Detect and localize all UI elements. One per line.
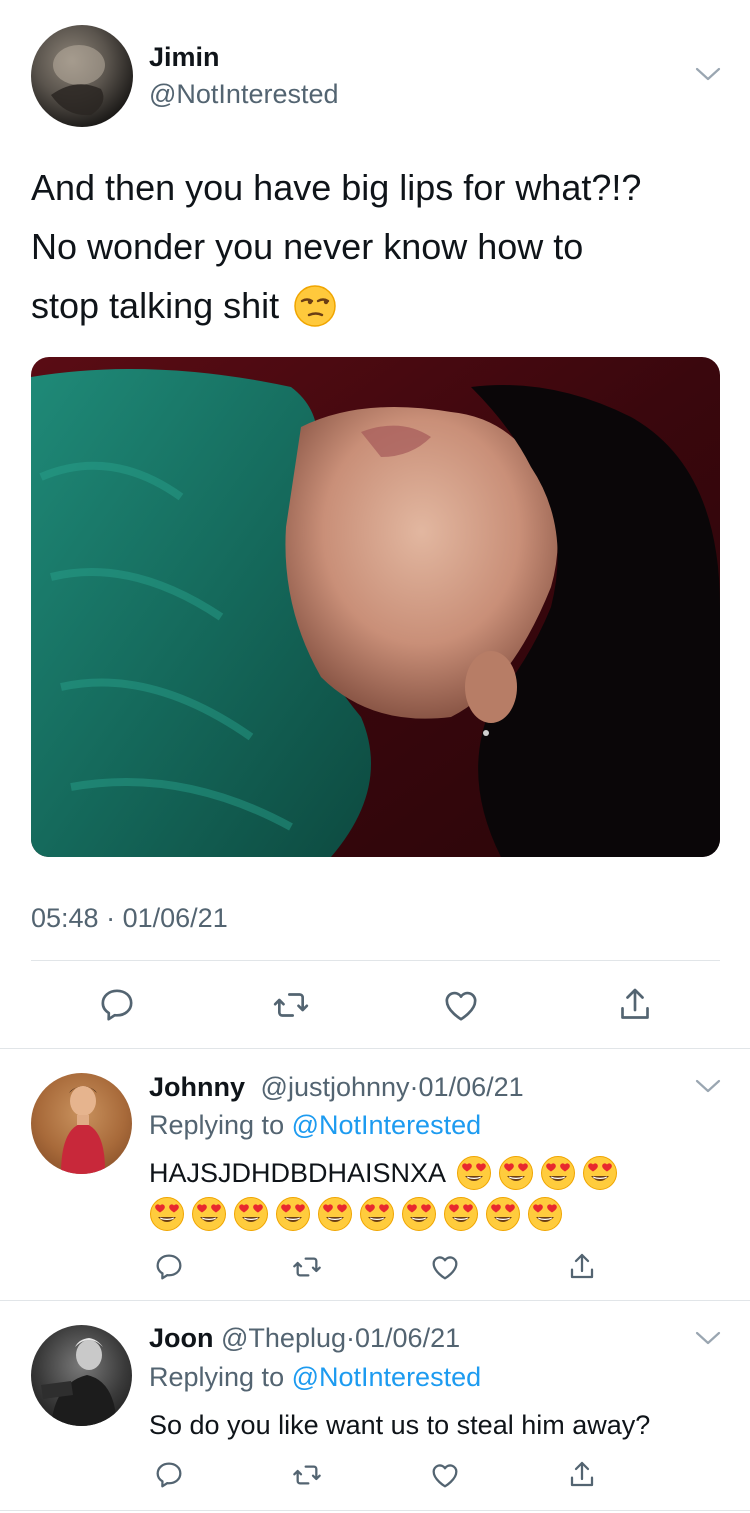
emoji-row (143, 1196, 709, 1232)
divider (0, 1300, 750, 1301)
heart-eyes-emoji (443, 1196, 479, 1232)
retweet-icon (293, 1257, 321, 1277)
share-button[interactable] (559, 1244, 605, 1290)
meta-separator: · (409, 1072, 419, 1102)
replying-to-label: Replying to (149, 1362, 285, 1392)
like-button[interactable] (422, 1244, 468, 1290)
heart-eyes-emoji (191, 1196, 227, 1232)
reply-button[interactable] (146, 1244, 192, 1290)
heart-eyes-emoji (275, 1196, 311, 1232)
heart-eyes-emoji (359, 1196, 395, 1232)
share-button[interactable] (612, 982, 658, 1028)
speech-bubble-icon (101, 989, 133, 1021)
reply-header: Joon @Theplug·01/06/21 (149, 1323, 460, 1354)
retweet-icon (293, 1465, 321, 1485)
tweet-date: 01/06/21 (122, 903, 228, 933)
heart-eyes-emoji (527, 1196, 563, 1232)
reply-text: HAJSJDHDBDHAISNXA (149, 1152, 709, 1232)
share-icon (570, 1461, 594, 1487)
chevron-down-icon[interactable] (695, 1078, 721, 1099)
reply-header: Johnny @justjohnny·01/06/21 (149, 1072, 524, 1103)
speech-bubble-icon (156, 1254, 182, 1280)
divider (0, 1510, 750, 1511)
reply-button[interactable] (146, 1452, 192, 1498)
tweet-photo[interactable] (31, 357, 720, 857)
tweet-text-line-1: And then you have big lips for what?!? (31, 167, 642, 208)
replying-to: Replying to @NotInterested (149, 1362, 481, 1393)
chevron-down-icon[interactable] (695, 1330, 721, 1351)
reply-date[interactable]: 01/06/21 (419, 1072, 524, 1102)
retweet-button[interactable] (284, 1452, 330, 1498)
heart-eyes-emoji (485, 1196, 521, 1232)
retweet-icon (273, 993, 309, 1017)
heart-eyes-emoji (540, 1155, 576, 1191)
replying-to-label: Replying to (149, 1110, 285, 1140)
share-icon (570, 1253, 594, 1279)
reply-date[interactable]: 01/06/21 (355, 1323, 460, 1353)
like-button[interactable] (438, 982, 484, 1028)
meta-separator: · (346, 1323, 355, 1353)
divider (31, 960, 720, 961)
heart-icon (445, 991, 477, 1021)
heart-eyes-emoji (582, 1155, 618, 1191)
author-handle[interactable]: @NotInterested (149, 79, 339, 110)
unamused-face-emoji (293, 284, 337, 328)
share-button[interactable] (559, 1452, 605, 1498)
tweet-timestamp[interactable]: 05:48 · 01/06/21 (31, 903, 228, 934)
reply-author-name[interactable]: Joon (149, 1323, 214, 1353)
heart-icon (432, 1464, 458, 1488)
speech-bubble-icon (156, 1462, 182, 1488)
share-icon (621, 988, 649, 1019)
heart-eyes-emoji (456, 1155, 492, 1191)
tweet-text-line-3: stop talking shit (31, 276, 721, 335)
reply-button[interactable] (94, 982, 140, 1028)
reply-text-body: HAJSJDHDBDHAISNXA (149, 1158, 447, 1188)
avatar-joon[interactable] (31, 1325, 132, 1426)
avatar-jimin[interactable] (31, 25, 133, 127)
replying-to-link[interactable]: @NotInterested (292, 1110, 482, 1140)
heart-eyes-emoji (317, 1196, 353, 1232)
heart-eyes-emoji (401, 1196, 437, 1232)
replying-to-link[interactable]: @NotInterested (292, 1362, 482, 1392)
tweet-text-line-2: No wonder you never know how to (31, 226, 584, 267)
tweet-text-line-3-text: stop talking shit (31, 285, 280, 326)
divider (0, 1048, 750, 1049)
reply-author-name[interactable]: Johnny (149, 1072, 245, 1102)
emoji-row (450, 1155, 618, 1191)
tweet-time: 05:48 (31, 903, 99, 933)
reply-text: So do you like want us to steal him away… (149, 1410, 651, 1440)
tweet-text: And then you have big lips for what?!? N… (31, 158, 721, 335)
heart-icon (432, 1256, 458, 1280)
avatar-johnny[interactable] (31, 1073, 132, 1174)
reply-author-handle[interactable]: @Theplug (221, 1323, 346, 1353)
retweet-button[interactable] (268, 982, 314, 1028)
meta-separator: · (106, 903, 116, 933)
heart-eyes-emoji (233, 1196, 269, 1232)
author-name[interactable]: Jimin (149, 42, 220, 73)
like-button[interactable] (422, 1452, 468, 1498)
reply-text-line-1: HAJSJDHDBDHAISNXA (149, 1152, 709, 1194)
replying-to: Replying to @NotInterested (149, 1110, 481, 1141)
retweet-button[interactable] (284, 1244, 330, 1290)
heart-eyes-emoji (498, 1155, 534, 1191)
heart-eyes-emoji (149, 1196, 185, 1232)
reply-author-handle[interactable]: @justjohnny (261, 1072, 410, 1102)
chevron-down-icon[interactable] (695, 66, 721, 87)
